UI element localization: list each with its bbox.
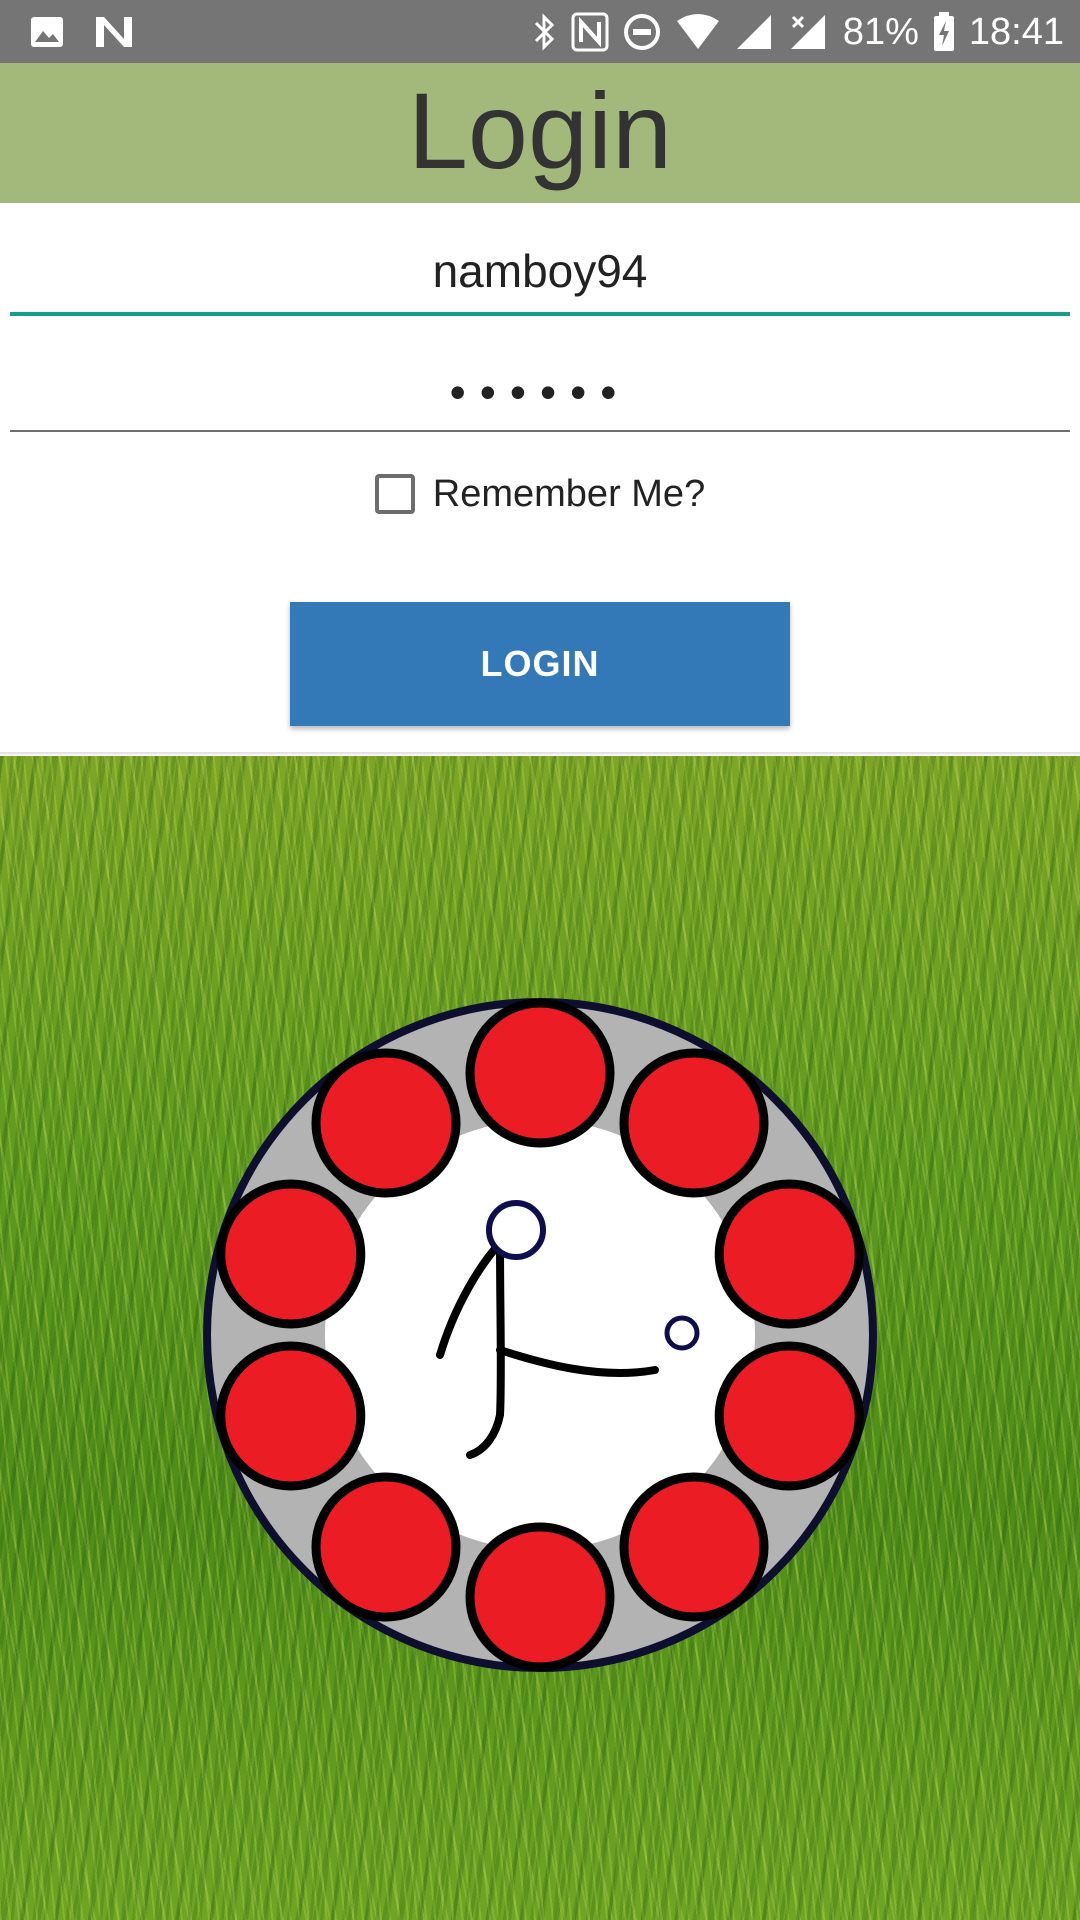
password-input[interactable] xyxy=(10,340,1070,432)
logo-red-dot xyxy=(714,1341,864,1491)
login-screen: 81% 18:41 Login Remember Me? LOGIN xyxy=(0,0,1080,1920)
battery-charging-icon xyxy=(933,12,955,52)
status-indicators: 81% 18:41 xyxy=(533,8,1064,56)
remember-me-checkbox[interactable] xyxy=(374,474,415,514)
status-bar: 81% 18:41 xyxy=(0,0,1080,63)
logo-red-dot xyxy=(619,1048,769,1198)
signal-icon xyxy=(735,13,775,51)
login-button[interactable]: LOGIN xyxy=(290,602,790,726)
n-logo-icon xyxy=(94,15,134,49)
app-toolbar: Login xyxy=(0,63,1080,203)
signal-no-sim-icon xyxy=(789,13,829,51)
logo-red-dot xyxy=(216,1179,366,1329)
logo-red-dot xyxy=(465,998,615,1148)
logo-red-dot xyxy=(714,1179,864,1329)
logo-red-dot xyxy=(311,1048,461,1198)
remember-me-row[interactable]: Remember Me? xyxy=(0,468,1080,520)
bluetooth-icon xyxy=(533,12,557,52)
logo-red-dot xyxy=(465,1522,615,1672)
status-notifications xyxy=(30,12,134,52)
username-field[interactable] xyxy=(10,220,1070,316)
logo-red-dot xyxy=(216,1341,366,1491)
logo-red-dot xyxy=(619,1472,769,1622)
battery-percent: 81% xyxy=(842,11,919,53)
username-input[interactable] xyxy=(10,220,1070,316)
wifi-icon xyxy=(675,13,721,51)
clock: 18:41 xyxy=(968,11,1064,53)
nfc-icon xyxy=(571,12,609,52)
remember-me-label[interactable]: Remember Me? xyxy=(433,473,705,516)
logo-red-dot xyxy=(311,1472,461,1622)
app-logo xyxy=(203,998,877,1672)
do-not-disturb-icon xyxy=(623,13,661,51)
page-title: Login xyxy=(407,70,673,191)
password-field[interactable] xyxy=(10,340,1070,432)
image-icon xyxy=(30,16,64,48)
